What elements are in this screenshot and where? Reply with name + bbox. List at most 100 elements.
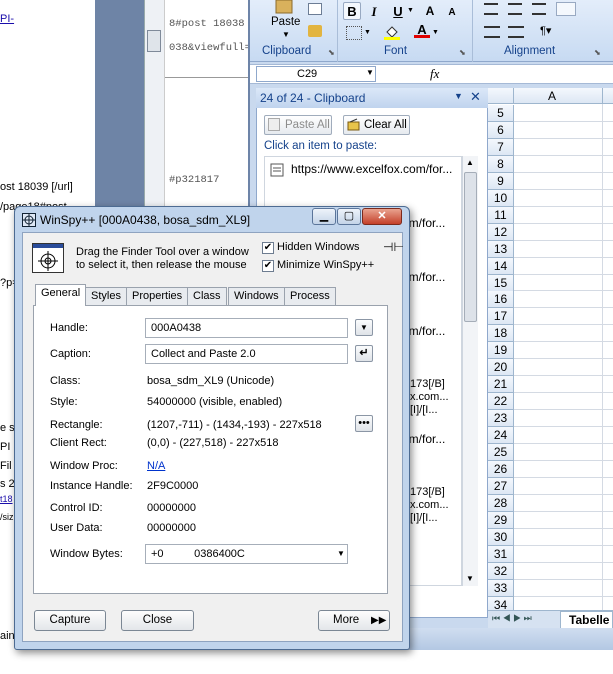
- row-header[interactable]: 8: [488, 155, 514, 173]
- capture-button[interactable]: Capture: [34, 610, 106, 631]
- chevron-down-icon[interactable]: ▼: [282, 30, 290, 39]
- format-painter-icon[interactable]: [308, 25, 322, 37]
- caption-field[interactable]: Collect and Paste 2.0: [145, 344, 348, 364]
- clipboard-item[interactable]: [I]/[I...: [410, 404, 438, 416]
- row-header[interactable]: 11: [488, 206, 514, 224]
- clipboard-item[interactable]: x.com...: [410, 391, 449, 403]
- row-header[interactable]: 26: [488, 460, 514, 478]
- row-header[interactable]: 24: [488, 427, 514, 445]
- chevron-down-icon[interactable]: ▼: [432, 29, 439, 36]
- scroll-thumb[interactable]: [147, 30, 161, 52]
- row-header[interactable]: 12: [488, 223, 514, 241]
- row-header[interactable]: 17: [488, 308, 514, 326]
- underline-button[interactable]: U: [389, 2, 407, 20]
- row-header[interactable]: 14: [488, 257, 514, 275]
- window-bytes-select[interactable]: +0 0386400C ▼: [145, 544, 348, 564]
- hidden-windows-checkbox[interactable]: ✔: [262, 242, 274, 254]
- row-header[interactable]: 5: [488, 105, 514, 122]
- clipboard-item[interactable]: x.com...: [410, 499, 449, 511]
- scroll-down-icon[interactable]: ▼: [466, 574, 474, 583]
- dialog-launcher-icon[interactable]: ⬊: [459, 48, 466, 57]
- row-header[interactable]: 20: [488, 359, 514, 377]
- scroll-up-icon[interactable]: ▲: [466, 158, 474, 167]
- font-color-icon[interactable]: A: [414, 22, 430, 40]
- pane-options-icon[interactable]: ▼: [454, 91, 463, 101]
- row-header[interactable]: 29: [488, 511, 514, 529]
- row-header[interactable]: 9: [488, 172, 514, 190]
- row-header[interactable]: 10: [488, 189, 514, 207]
- close-icon[interactable]: ✕: [470, 89, 481, 105]
- row-header[interactable]: 18: [488, 325, 514, 343]
- chevron-down-icon[interactable]: ▼: [364, 29, 371, 36]
- insert-function-icon[interactable]: fx: [430, 66, 439, 82]
- row-header[interactable]: 15: [488, 274, 514, 292]
- tab-process[interactable]: Process: [284, 287, 336, 305]
- row-header[interactable]: 22: [488, 393, 514, 411]
- clipboard-scrollbar[interactable]: ▲ ▼: [462, 156, 478, 586]
- clipboard-item[interactable]: [I]/[I...: [410, 512, 438, 524]
- decrease-indent-icon[interactable]: [484, 26, 500, 38]
- fill-color-icon[interactable]: [384, 24, 400, 40]
- align-left-icon[interactable]: [484, 3, 498, 15]
- row-header[interactable]: 6: [488, 121, 514, 139]
- align-right-icon[interactable]: [532, 3, 546, 15]
- row-header[interactable]: 19: [488, 342, 514, 360]
- window-proc-link[interactable]: N/A: [147, 460, 165, 472]
- sheet-nav-icon[interactable]: ⏮ ◀ ▶ ⏭: [492, 613, 532, 624]
- column-header-a[interactable]: A: [548, 89, 556, 103]
- rectangle-more-button[interactable]: •••: [355, 415, 373, 432]
- minimize-button[interactable]: ▁: [312, 208, 336, 225]
- row-header[interactable]: 31: [488, 545, 514, 563]
- row-header[interactable]: 23: [488, 410, 514, 428]
- row-header[interactable]: 27: [488, 477, 514, 495]
- paste-all-button[interactable]: Paste All: [264, 115, 332, 135]
- clipboard-item[interactable]: 173[/B]: [410, 378, 445, 390]
- paste-button[interactable]: Paste: [271, 16, 300, 28]
- minimize-checkbox[interactable]: ✔: [262, 260, 274, 272]
- set-caption-button[interactable]: ↵: [355, 345, 373, 362]
- row-header[interactable]: 30: [488, 528, 514, 546]
- close-button[interactable]: ✕: [362, 208, 402, 225]
- row-header[interactable]: 32: [488, 562, 514, 580]
- text-direction-icon[interactable]: ¶▾: [540, 24, 564, 40]
- bold-button[interactable]: B: [343, 2, 361, 20]
- row-header[interactable]: 28: [488, 494, 514, 512]
- bg-link[interactable]: t18: [0, 494, 13, 504]
- tab-windows[interactable]: Windows: [228, 287, 285, 305]
- copy-icon[interactable]: [308, 3, 322, 15]
- chevron-down-icon[interactable]: ▼: [366, 68, 374, 77]
- name-box[interactable]: C29: [256, 66, 376, 82]
- tab-general[interactable]: General: [35, 284, 87, 306]
- tab-styles[interactable]: Styles: [85, 287, 127, 305]
- grow-font-icon[interactable]: A: [421, 2, 439, 20]
- maximize-button[interactable]: ▢: [337, 208, 361, 225]
- dialog-launcher-icon[interactable]: ⬊: [594, 48, 601, 57]
- clear-all-button[interactable]: Clear All: [343, 115, 410, 135]
- tab-class[interactable]: Class: [187, 287, 227, 305]
- select-all-corner[interactable]: [488, 88, 514, 104]
- row-header[interactable]: 7: [488, 138, 514, 156]
- borders-icon[interactable]: [346, 26, 362, 40]
- align-center-icon[interactable]: [508, 3, 522, 15]
- clipboard-item[interactable]: https://www.excelfox.com/for...: [291, 162, 452, 176]
- merge-center-icon[interactable]: [556, 2, 576, 16]
- row-header[interactable]: 21: [488, 376, 514, 394]
- clipboard-item[interactable]: 173[/B]: [410, 486, 445, 498]
- row-header[interactable]: 25: [488, 444, 514, 461]
- dialog-launcher-icon[interactable]: ⬊: [328, 48, 335, 57]
- sheet-tab[interactable]: Tabelle: [560, 611, 613, 629]
- pin-icon[interactable]: ⊣⊢: [383, 240, 404, 254]
- row-header[interactable]: 13: [488, 240, 514, 258]
- chevron-down-icon[interactable]: ▼: [407, 7, 414, 14]
- close-dialog-button[interactable]: Close: [121, 610, 194, 631]
- more-button[interactable]: More ▶▶: [318, 610, 390, 631]
- finder-tool-icon[interactable]: [32, 243, 64, 273]
- handle-dropdown-button[interactable]: ▼: [355, 319, 373, 336]
- tab-properties[interactable]: Properties: [126, 287, 189, 305]
- handle-field[interactable]: 000A0438: [145, 318, 348, 338]
- bg-link[interactable]: PI-: [0, 13, 14, 25]
- paste-icon[interactable]: [270, 0, 300, 14]
- shrink-font-icon[interactable]: A: [443, 3, 461, 21]
- increase-indent-icon[interactable]: [508, 26, 524, 38]
- italic-button[interactable]: I: [365, 2, 383, 20]
